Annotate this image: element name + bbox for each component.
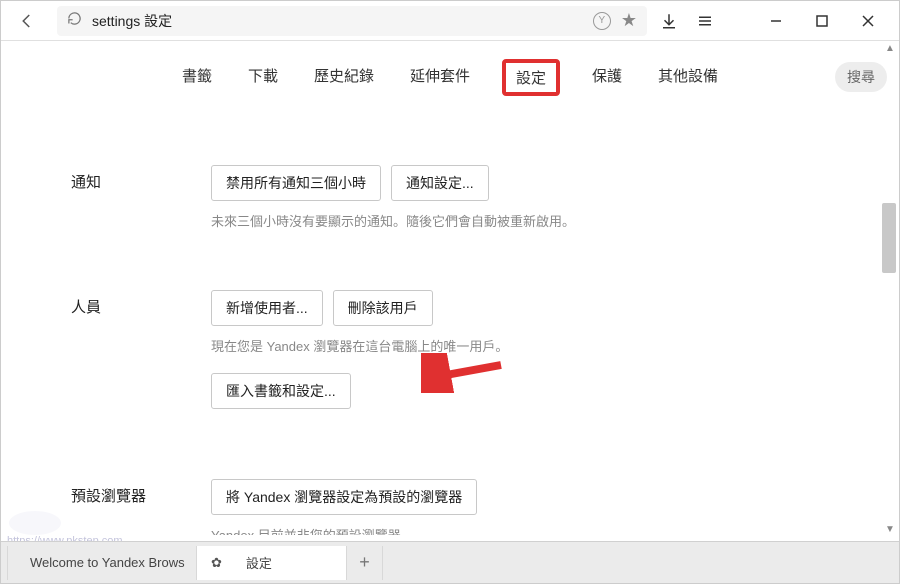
scroll-up-icon[interactable]: ▲ — [885, 43, 895, 54]
browser-toolbar: settings 設定 Y ★ — [1, 1, 899, 41]
search-settings[interactable]: 搜尋 — [835, 62, 887, 92]
scroll-thumb[interactable] — [882, 203, 896, 273]
delete-user-button[interactable]: 刪除該用戶 — [333, 290, 433, 326]
watermark-logo — [7, 509, 65, 537]
scrollbar[interactable]: ▲ ▼ — [882, 43, 896, 535]
tab-downloads[interactable]: 下載 — [244, 59, 282, 96]
notification-settings-button[interactable]: 通知設定... — [391, 165, 489, 201]
tab-protect[interactable]: 保護 — [588, 59, 626, 96]
back-button[interactable] — [9, 3, 45, 39]
section-label-people: 人員 — [71, 290, 211, 419]
protect-icon[interactable]: Y — [593, 12, 611, 30]
settings-content: 通知 禁用所有通知三個小時 通知設定... 未來三個小時沒有要顯示的通知。隨後它… — [1, 95, 899, 535]
people-hint: 現在您是 Yandex 瀏覽器在這台電腦上的唯一用戶。 — [211, 336, 859, 355]
browser-tab-settings-label: 設定 — [246, 553, 272, 572]
address-bar[interactable]: settings 設定 Y ★ — [57, 6, 647, 36]
tab-history[interactable]: 歷史紀錄 — [310, 59, 378, 96]
menu-icon[interactable] — [687, 3, 723, 39]
tab-other-devices[interactable]: 其他設備 — [654, 59, 722, 96]
bookmark-star-icon[interactable]: ★ — [621, 10, 637, 31]
maximize-button[interactable] — [799, 3, 845, 39]
tab-extensions[interactable]: 延伸套件 — [406, 59, 474, 96]
browser-tab-welcome-label: Welcome to Yandex Brows — [30, 555, 185, 570]
address-text: settings 設定 — [92, 11, 593, 31]
tab-bookmarks[interactable]: 書籤 — [178, 59, 216, 96]
section-label-notifications: 通知 — [71, 165, 211, 230]
browser-tab-welcome[interactable]: Y Welcome to Yandex Brows — [7, 546, 197, 580]
annotation-arrow — [421, 353, 511, 393]
section-default-browser: 預設瀏覽器 將 Yandex 瀏覽器設定為預設的瀏覽器 Yandex 目前並非您… — [41, 479, 859, 535]
close-button[interactable] — [845, 3, 891, 39]
reload-icon[interactable] — [67, 11, 82, 31]
tab-settings[interactable]: 設定 — [502, 59, 560, 96]
import-bookmarks-button[interactable]: 匯入書籤和設定... — [211, 373, 351, 409]
settings-tabs: 書籤 下載 歷史紀錄 延伸套件 設定 保護 其他設備 搜尋 — [1, 41, 899, 95]
set-default-browser-button[interactable]: 將 Yandex 瀏覽器設定為預設的瀏覽器 — [211, 479, 477, 515]
disable-notifications-button[interactable]: 禁用所有通知三個小時 — [211, 165, 381, 201]
gear-icon: ✿ — [211, 555, 222, 571]
section-notifications: 通知 禁用所有通知三個小時 通知設定... 未來三個小時沒有要顯示的通知。隨後它… — [41, 165, 859, 230]
browser-tab-settings[interactable]: ✿ 設定 — [197, 546, 347, 580]
browser-tab-strip: Y Welcome to Yandex Brows ✿ 設定 + — [1, 541, 899, 583]
default-browser-hint: Yandex 目前並非您的預設瀏覽器。 — [211, 525, 859, 535]
notifications-hint: 未來三個小時沒有要顯示的通知。隨後它們會自動被重新啟用。 — [211, 211, 859, 230]
new-tab-button[interactable]: + — [347, 546, 383, 580]
minimize-button[interactable] — [753, 3, 799, 39]
downloads-icon[interactable] — [651, 3, 687, 39]
add-user-button[interactable]: 新增使用者... — [211, 290, 323, 326]
section-label-default-browser: 預設瀏覽器 — [71, 479, 211, 535]
scroll-down-icon[interactable]: ▼ — [885, 524, 895, 535]
